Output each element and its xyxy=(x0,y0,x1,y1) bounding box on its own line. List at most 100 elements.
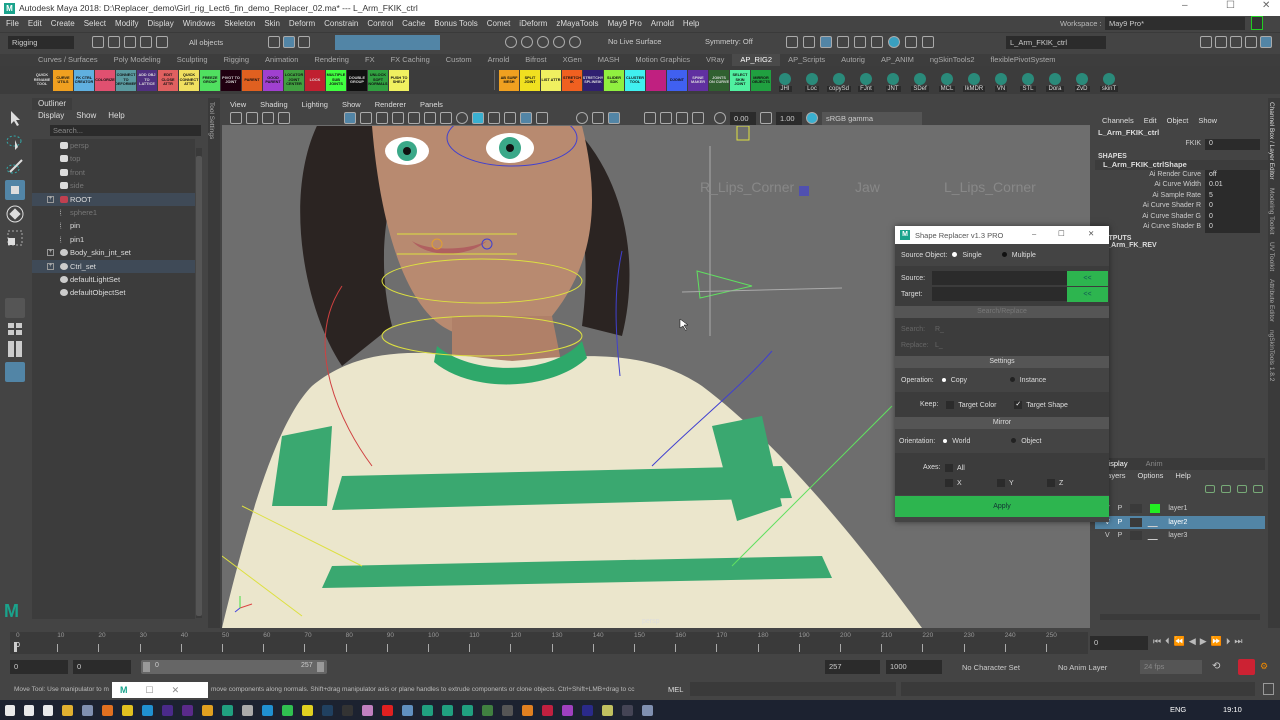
shelf-tab-arnold[interactable]: Arnold xyxy=(480,54,518,66)
shelf-button[interactable]: PARENT xyxy=(242,69,262,91)
shelf-tab-ap-scripts[interactable]: AP_Scripts xyxy=(780,54,833,66)
cb-attr-row[interactable]: FKIK 0 xyxy=(1095,139,1268,150)
scale-tool-icon[interactable] xyxy=(5,228,25,248)
layer-menu-help[interactable]: Help xyxy=(1175,471,1190,480)
shelf-tab-ap-anim[interactable]: AP_ANIM xyxy=(873,54,922,66)
side-tab[interactable]: Attribute Editor xyxy=(1268,275,1275,326)
menu-modify[interactable]: Modify xyxy=(115,19,139,28)
outliner-item[interactable]: side xyxy=(32,179,195,192)
shelf-tab-xgen[interactable]: XGen xyxy=(555,54,590,66)
outliner-item[interactable]: + Body_skin_jnt_set xyxy=(32,246,195,259)
shelf-tab-fx-caching[interactable]: FX Caching xyxy=(383,54,438,66)
taskbar-app-icon[interactable] xyxy=(101,704,113,716)
layout-four-icon[interactable] xyxy=(5,322,25,336)
cb-menu-channels[interactable]: Channels xyxy=(1102,116,1134,128)
ambient-occlusion-icon[interactable] xyxy=(592,112,604,124)
outliner-item[interactable]: pin xyxy=(32,219,195,232)
source-input[interactable] xyxy=(932,271,1067,285)
search-field[interactable]: R_ xyxy=(935,326,944,333)
outliner-search-input[interactable]: Search... xyxy=(50,125,201,136)
menu-constrain[interactable]: Constrain xyxy=(324,19,358,28)
color-management-icon[interactable] xyxy=(806,112,818,124)
shelf-icon-button[interactable]: MCL xyxy=(936,68,958,92)
fps-dropdown[interactable]: 24 fps xyxy=(1140,660,1202,674)
antialias-icon[interactable] xyxy=(608,112,620,124)
thumbnail-maximize-icon[interactable]: ☐ xyxy=(146,685,154,696)
thumbnail-close-icon[interactable]: ✕ xyxy=(172,685,180,696)
textured-icon[interactable] xyxy=(504,112,516,124)
clock[interactable]: 19:10 xyxy=(1223,705,1242,714)
shelf-icon-button[interactable]: ZvD xyxy=(1071,68,1093,92)
paint-select-tool-icon[interactable] xyxy=(5,156,25,176)
minimize-button[interactable]: – xyxy=(1182,0,1188,11)
shelf-button[interactable]: EDIT CLOSE ATTR xyxy=(158,69,178,91)
range-end-handle[interactable] xyxy=(317,662,324,672)
move-tool-icon[interactable] xyxy=(5,180,25,200)
camera-select-icon[interactable] xyxy=(230,112,242,124)
cb-attr-value[interactable]: 0 xyxy=(1205,139,1260,150)
arnold-tex-icon[interactable] xyxy=(905,36,917,48)
target-input[interactable] xyxy=(932,287,1067,301)
pause-icon[interactable] xyxy=(922,36,934,48)
menu-zmayatools[interactable]: zMayaTools xyxy=(556,19,598,28)
shelf-icon-button[interactable]: skinT xyxy=(1098,68,1120,92)
lock-icon[interactable] xyxy=(1251,16,1263,30)
x-checkbox[interactable]: X xyxy=(945,478,997,487)
menu-help[interactable]: Help xyxy=(683,19,699,28)
anim-layer-dropdown[interactable]: No Anim Layer xyxy=(1058,663,1107,672)
menu-ideform[interactable]: iDeform xyxy=(519,19,547,28)
shelf-tab-poly-modeling[interactable]: Poly Modeling xyxy=(106,54,169,66)
cb-attr-value[interactable]: off xyxy=(1205,169,1260,180)
outliner-item[interactable]: top xyxy=(32,152,195,165)
layer-type-toggle[interactable] xyxy=(1130,504,1143,514)
shadows-icon[interactable] xyxy=(576,112,588,124)
shelf-icon-button[interactable]: JHI xyxy=(774,68,796,92)
menu-control[interactable]: Control xyxy=(367,19,393,28)
new-layer-selected-icon[interactable] xyxy=(1253,485,1263,493)
move-layer-down-icon[interactable] xyxy=(1221,485,1231,493)
field-chart-icon[interactable] xyxy=(408,112,420,124)
outliner-menu-show[interactable]: Show xyxy=(76,110,96,122)
tab-anim[interactable]: Anim xyxy=(1146,458,1163,470)
select-object-icon[interactable] xyxy=(283,36,295,48)
image-plane-icon[interactable] xyxy=(278,112,290,124)
taskbar-app-icon[interactable] xyxy=(421,704,433,716)
target-pick-button[interactable]: << xyxy=(1067,286,1108,302)
shelf-button[interactable]: MIRROR OBJECTS xyxy=(751,69,771,91)
viewport-menu-shading[interactable]: Shading xyxy=(260,98,288,111)
menu-may9-pro[interactable]: May9 Pro xyxy=(608,19,642,28)
layout-outliner-icon[interactable] xyxy=(5,362,25,382)
taskbar-app-icon[interactable] xyxy=(201,704,213,716)
menu-comet[interactable]: Comet xyxy=(487,19,511,28)
shelf-tab-fx[interactable]: FX xyxy=(357,54,383,66)
outliner-item[interactable]: + Ctrl_set xyxy=(32,259,195,273)
cb-menu-edit[interactable]: Edit xyxy=(1144,116,1157,128)
shelf-icon-button[interactable]: FJnt xyxy=(855,68,877,92)
taskbar-app-icon[interactable] xyxy=(461,704,473,716)
world-radio[interactable]: World xyxy=(943,438,1011,445)
shelf-tab-sculpting[interactable]: Sculpting xyxy=(169,54,216,66)
workspace-dropdown[interactable]: May9 Pro* xyxy=(1105,17,1245,30)
shelf-icon-button[interactable]: JNT xyxy=(882,68,904,92)
menu-edit[interactable]: Edit xyxy=(28,19,42,28)
cb-shape-attr-row[interactable]: Ai Sample Rate 5 xyxy=(1095,190,1268,201)
taskbar-app-icon[interactable] xyxy=(301,704,313,716)
layer-type-toggle[interactable] xyxy=(1130,531,1143,541)
outliner-item[interactable]: defaultLightSet xyxy=(32,273,195,286)
time-slider-ticks[interactable]: 0 10 20 30 40 50 60 70 80 90 100 110 120 130 140 150 160… xyxy=(10,632,1088,654)
shelf-button[interactable]: PUSH TO SHELF xyxy=(389,69,409,91)
isolate-select-icon[interactable] xyxy=(644,112,656,124)
taskbar-app-icon[interactable] xyxy=(61,704,73,716)
layout-two-icon[interactable] xyxy=(5,340,25,358)
symmetry-dropdown[interactable]: Symmetry: Off xyxy=(705,37,753,46)
avatar-script-icon[interactable] xyxy=(466,68,488,92)
menu-display[interactable]: Display xyxy=(148,19,174,28)
shelf-button[interactable]: LOCK xyxy=(305,69,325,91)
shelf-button[interactable]: CLUSTER TOOL xyxy=(625,69,645,91)
shelf-button[interactable]: STRETCHY SPLINEIK xyxy=(583,69,603,91)
taskbar-app-icon[interactable] xyxy=(561,704,573,716)
live-surface-field[interactable]: No Live Surface xyxy=(608,37,661,46)
taskbar-app-icon[interactable] xyxy=(221,704,233,716)
outliner-item[interactable]: pin1 xyxy=(32,233,195,246)
undo-icon[interactable] xyxy=(140,36,152,48)
